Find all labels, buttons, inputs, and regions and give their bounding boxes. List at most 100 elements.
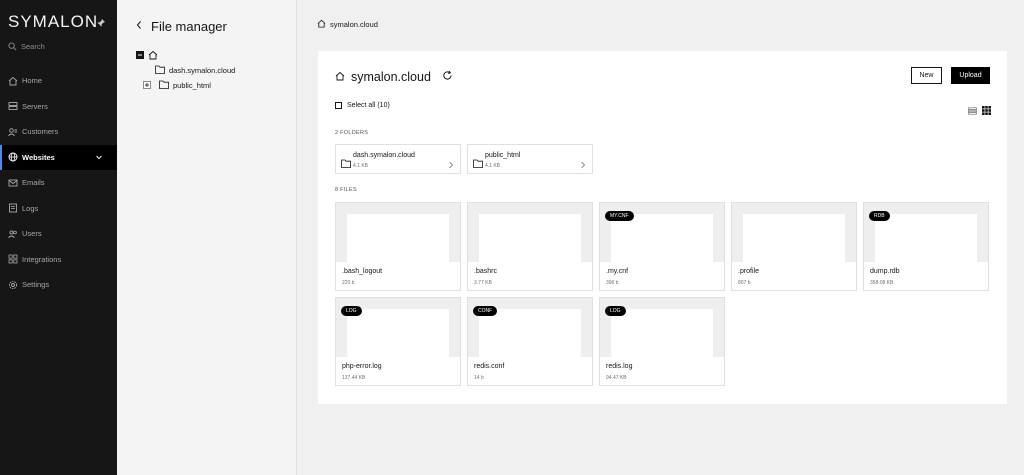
page-title: File manager [151,18,227,34]
file-name: .bash_logout [342,268,383,275]
folder-icon [155,65,165,76]
expand-icon[interactable] [143,80,151,91]
sidebar-item-emails[interactable]: Emails [0,170,117,196]
file-card-bash-logout[interactable]: .bash_logout 220 b [335,202,461,291]
collapse-icon[interactable] [136,51,144,61]
file-card-my-cnf[interactable]: MY.CNF .my.cnf 396 b [599,202,725,291]
folder-size: 4.1 KB [353,163,369,169]
sidebar-item-label: Websites [22,152,55,162]
sidebar-item-integrations[interactable]: Integrations [0,247,117,273]
file-card-php-error-log[interactable]: LOG php-error.log 137.44 KB [335,297,461,386]
server-icon [8,101,18,111]
logs-icon [8,203,18,213]
breadcrumb[interactable]: symalon.cloud [317,19,378,30]
file-name: .profile [738,268,760,275]
sidebar-item-label: Servers [22,101,48,111]
file-thumbnail [732,203,856,262]
file-size: 94.47 KB [606,375,627,381]
users-icon [8,229,18,239]
file-preview [875,214,977,262]
file-thumbnail [468,203,592,262]
sidebar: SYMALON Search Home Servers Customers We… [0,0,117,475]
sidebar-nav: Home Servers Customers Websites Emails L… [0,68,117,298]
folder-card-dash-symalon-cloud[interactable]: dash.symalon.cloud 4.1 KB [335,144,461,174]
sidebar-item-servers[interactable]: Servers [0,94,117,120]
chevron-down-icon[interactable] [95,153,103,161]
file-preview [347,309,449,357]
file-preview [611,214,713,262]
sidebar-item-label: Settings [22,280,50,290]
sidebar-item-logs[interactable]: Logs [0,196,117,222]
file-type-badge: RDB [869,211,890,221]
file-preview [479,309,581,357]
new-button[interactable]: New [911,67,942,84]
file-size: 807 b [738,280,751,286]
tree-root[interactable] [136,50,158,62]
folder-icon [159,80,169,91]
sidebar-item-customers[interactable]: Customers [0,119,117,145]
sidebar-item-label: Integrations [22,254,62,264]
checkbox[interactable] [335,102,342,109]
file-name: dump.rdb [870,268,900,275]
view-toggle [968,102,991,120]
file-card-dump-rdb[interactable]: RDB dump.rdb 358.08 KB [863,202,989,291]
file-tree-panel: File manager dash.symalon.cloud public_h… [117,0,297,475]
home-icon [335,68,345,86]
sidebar-item-websites[interactable]: Websites [0,144,117,170]
file-card-redis-log[interactable]: LOG redis.log 94.47 KB [599,297,725,386]
tree-item-dash-symalon-cloud[interactable]: dash.symalon.cloud [155,65,235,76]
card-title: symalon.cloud [351,70,431,84]
select-all-checkbox[interactable]: Select all (10) [335,102,390,109]
file-thumbnail [336,203,460,262]
file-type-badge: LOG [341,306,362,316]
file-card-bashrc[interactable]: .bashrc 3.77 KB [467,202,593,291]
file-size: 396 b [606,280,619,286]
sidebar-item-settings[interactable]: Settings [0,272,117,298]
file-size: 137.44 KB [342,375,366,381]
grid-view-icon[interactable] [982,102,991,120]
brand-logo: SYMALON [8,12,99,31]
sidebar-item-label: Home [22,76,43,86]
sidebar-search[interactable]: Search [8,42,45,51]
file-card-profile[interactable]: .profile 807 b [731,202,857,291]
folder-name: dash.symalon.cloud [353,152,415,159]
home-icon [317,19,326,30]
tree-item-label: dash.symalon.cloud [169,66,236,75]
refresh-icon[interactable] [442,68,453,86]
folder-size: 4.1 KB [485,163,501,169]
tree-item-public-html[interactable]: public_html [143,80,211,91]
sidebar-item-home[interactable]: Home [0,68,117,94]
file-name: redis.conf [474,363,505,370]
sidebar-item-users[interactable]: Users [0,221,117,247]
back-icon[interactable] [135,17,143,35]
file-browser-card: symalon.cloud New Upload Select all (10)… [318,51,1007,404]
file-size: 3.77 KB [474,280,492,286]
pin-icon[interactable] [96,15,106,27]
file-card-redis-conf[interactable]: CONF redis.conf 14 b [467,297,593,386]
folder-icon [473,155,483,173]
card-header: symalon.cloud [335,68,453,86]
file-size: 358.08 KB [870,280,894,286]
files-count-label: 8 FILES [335,187,357,193]
folder-icon [341,155,351,173]
folder-name: public_html [485,152,521,159]
file-name: .bashrc [474,268,497,275]
list-view-icon[interactable] [968,102,977,120]
sidebar-item-label: Emails [22,178,45,188]
file-name: php-error.log [342,363,382,370]
file-size: 14 b [474,375,484,381]
home-icon [148,50,158,62]
file-type-badge: MY.CNF [605,211,634,221]
file-preview [611,309,713,357]
file-tree-header: File manager [135,17,227,35]
sidebar-item-label: Customers [22,127,59,137]
select-all-label: Select all (10) [347,102,390,109]
upload-button[interactable]: Upload [951,67,990,84]
file-preview [479,214,581,262]
tree-item-label: public_html [173,81,211,90]
folder-card-public-html[interactable]: public_html 4.1 KB [467,144,593,174]
folders-count-label: 2 FOLDERS [335,130,369,136]
file-size: 220 b [342,280,355,286]
chevron-right-icon [448,156,454,174]
settings-icon [8,280,18,290]
